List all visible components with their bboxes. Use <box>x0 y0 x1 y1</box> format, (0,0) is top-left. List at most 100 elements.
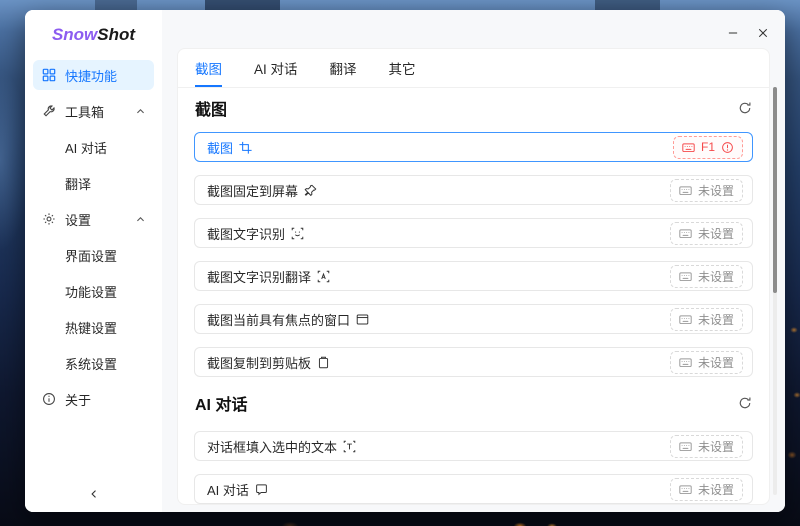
chevron-left-icon <box>88 488 100 500</box>
reset-section-icon[interactable] <box>738 396 752 410</box>
sidebar-item-quick-functions[interactable]: 快捷功能 <box>33 60 154 90</box>
tab-other[interactable]: 其它 <box>389 49 416 87</box>
info-icon <box>41 392 56 406</box>
hotkey-row-copy-clipboard[interactable]: 截图复制到剪贴板 未设置 <box>194 347 753 377</box>
keyboard-icon <box>679 227 692 240</box>
appstore-icon <box>41 68 56 82</box>
chevron-up-icon[interactable] <box>135 106 146 117</box>
keyboard-icon <box>679 440 692 453</box>
tab-translate[interactable]: 翻译 <box>330 49 357 87</box>
sidebar-item-ai-chat[interactable]: AI 对话 <box>33 132 154 162</box>
tab-screenshot[interactable]: 截图 <box>195 49 222 87</box>
sidebar-item-label: 热键设置 <box>65 320 118 336</box>
sidebar-item-system-settings[interactable]: 系统设置 <box>33 348 154 378</box>
close-button[interactable] <box>751 23 775 43</box>
hotkey-label: 截图文字识别翻译 <box>207 269 312 285</box>
hotkey-value: 未设置 <box>697 312 734 327</box>
reset-section-icon[interactable] <box>738 101 752 115</box>
hotkey-badge[interactable]: 未设置 <box>669 264 743 288</box>
pin-icon <box>304 184 317 197</box>
ocr-translate-icon <box>317 270 330 283</box>
tab-bar: 截图 AI 对话 翻译 其它 <box>178 49 769 88</box>
city-lights <box>784 290 800 480</box>
text-select-icon <box>343 440 356 453</box>
sidebar-item-label: 界面设置 <box>65 248 118 264</box>
clipboard-icon <box>317 356 330 369</box>
scrollbar-track[interactable] <box>773 87 777 495</box>
hotkey-row-focused-window[interactable]: 截图当前具有焦点的窗口 未设置 <box>194 304 753 334</box>
hotkey-row-fix-to-screen[interactable]: 截图固定到屏幕 未设置 <box>194 175 753 205</box>
section-title: 截图 <box>195 102 228 119</box>
hotkey-label: AI 对话 <box>207 482 249 498</box>
logo-part-shot: Shot <box>97 25 136 44</box>
hotkey-value: 未设置 <box>697 482 734 497</box>
section-title: AI 对话 <box>195 397 248 414</box>
hotkey-badge[interactable]: 未设置 <box>669 477 743 501</box>
tab-ai-chat[interactable]: AI 对话 <box>254 49 298 87</box>
sidebar-item-ui-settings[interactable]: 界面设置 <box>33 240 154 270</box>
hotkey-row-screenshot[interactable]: 截图 F1 <box>194 132 753 162</box>
sidebar-collapse-button[interactable] <box>25 488 162 500</box>
sidebar-item-label: 工具箱 <box>65 104 105 120</box>
sidebar: SnowShot 快捷功能 工具箱 AI 对话 翻译 设置 界面设置 功能设置 … <box>25 10 162 512</box>
window-controls <box>721 23 775 43</box>
sidebar-item-function-settings[interactable]: 功能设置 <box>33 276 154 306</box>
sidebar-item-toolbox[interactable]: 工具箱 <box>33 96 154 126</box>
keyboard-icon <box>679 483 692 496</box>
sidebar-item-label: 设置 <box>65 212 92 228</box>
scrollbar-thumb[interactable] <box>773 87 777 293</box>
crop-icon <box>239 141 252 154</box>
sidebar-menu: 快捷功能 工具箱 AI 对话 翻译 设置 界面设置 功能设置 热键设置 系统设置… <box>25 60 162 414</box>
hotkey-badge[interactable]: 未设置 <box>669 307 743 331</box>
hotkey-value: 未设置 <box>697 226 734 241</box>
gear-icon <box>41 212 56 226</box>
sidebar-item-hotkey-settings[interactable]: 热键设置 <box>33 312 154 342</box>
hotkey-badge[interactable]: 未设置 <box>669 350 743 374</box>
logo-part-snow: Snow <box>51 25 98 44</box>
sidebar-item-settings[interactable]: 设置 <box>33 204 154 234</box>
chat-icon <box>255 483 268 496</box>
sidebar-item-label: 快捷功能 <box>65 68 118 84</box>
hotkey-row-fill-selected-text[interactable]: 对话框填入选中的文本 未设置 <box>194 431 753 461</box>
snowshot-window: SnowShot 快捷功能 工具箱 AI 对话 翻译 设置 界面设置 功能设置 … <box>25 10 785 512</box>
keyboard-icon <box>679 184 692 197</box>
tool-icon <box>41 104 56 118</box>
hotkey-value: 未设置 <box>697 355 734 370</box>
chevron-up-icon[interactable] <box>135 214 146 225</box>
keyboard-icon <box>679 356 692 369</box>
minimize-button[interactable] <box>721 23 745 43</box>
hotkey-row-ocr-translate[interactable]: 截图文字识别翻译 未设置 <box>194 261 753 291</box>
sidebar-item-label: 翻译 <box>65 176 92 192</box>
sidebar-item-label: 功能设置 <box>65 284 118 300</box>
app-logo: SnowShot <box>25 25 162 48</box>
hotkey-value: 未设置 <box>697 183 734 198</box>
keyboard-icon <box>679 313 692 326</box>
hotkey-label: 截图固定到屏幕 <box>207 183 299 199</box>
hotkey-label: 截图复制到剪贴板 <box>207 355 312 371</box>
hotkey-row-ai-chat[interactable]: AI 对话 未设置 <box>194 474 753 504</box>
sidebar-item-translate[interactable]: 翻译 <box>33 168 154 198</box>
keyboard-icon <box>682 141 695 154</box>
hotkey-label: 截图 <box>207 140 234 156</box>
main-area: 截图 AI 对话 翻译 其它 截图 截图 F1 截图固定到屏幕 未设置 截图文字… <box>162 10 785 512</box>
keyboard-icon <box>679 270 692 283</box>
hotkey-badge[interactable]: 未设置 <box>669 221 743 245</box>
hotkey-value: 未设置 <box>697 269 734 284</box>
hotkey-label: 对话框填入选中的文本 <box>207 439 338 455</box>
sidebar-item-label: 关于 <box>65 392 92 408</box>
hotkey-settings-card: 截图 AI 对话 翻译 其它 截图 截图 F1 截图固定到屏幕 未设置 截图文字… <box>177 48 770 505</box>
hotkey-value: F1 <box>700 140 715 154</box>
hotkey-value: 未设置 <box>697 439 734 454</box>
hotkey-badge[interactable]: 未设置 <box>669 178 743 202</box>
ocr-icon <box>291 227 304 240</box>
section-header-screenshot: 截图 <box>195 96 752 120</box>
warning-circle-icon <box>721 141 734 154</box>
sidebar-item-about[interactable]: 关于 <box>33 384 154 414</box>
hotkey-badge[interactable]: F1 <box>672 135 743 159</box>
hotkey-badge[interactable]: 未设置 <box>669 434 743 458</box>
focus-window-icon <box>356 313 369 326</box>
hotkey-row-ocr[interactable]: 截图文字识别 未设置 <box>194 218 753 248</box>
sidebar-item-label: 系统设置 <box>65 356 118 372</box>
hotkey-label: 截图文字识别 <box>207 226 286 242</box>
section-header-ai-chat: AI 对话 <box>195 391 752 415</box>
